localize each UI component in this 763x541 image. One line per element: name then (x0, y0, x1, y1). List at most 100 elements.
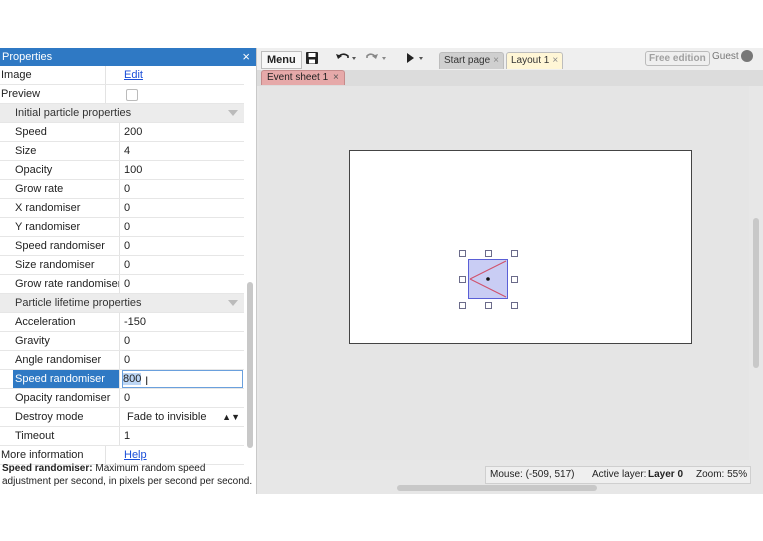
layout-editor: Menu Start page × Layout 1 × Free edition … (257, 48, 763, 494)
property-value[interactable]: 0 (124, 389, 242, 407)
property-value[interactable]: 0 (124, 218, 242, 236)
property-label: Timeout (15, 427, 120, 445)
property-value[interactable]: 0 (124, 351, 242, 369)
edit-image-link[interactable]: Edit (124, 66, 242, 84)
property-value[interactable]: 200 (124, 123, 242, 141)
property-label: Acceleration (15, 313, 120, 331)
property-label: Grow rate randomiser (15, 275, 120, 293)
user-label[interactable]: Guest (712, 51, 739, 62)
property-description: Speed randomiser: Maximum random speed a… (0, 462, 256, 488)
play-icon[interactable] (403, 51, 427, 67)
property-row-speed-randomiser[interactable]: Speed randomiser 0 (0, 237, 244, 256)
property-row-destroy-mode[interactable]: Destroy mode Fade to invisible ▲▼ (0, 408, 244, 427)
property-row-size[interactable]: Size 4 (0, 142, 244, 161)
property-row-y-randomiser[interactable]: Y randomiser 0 (0, 218, 244, 237)
resize-handle[interactable] (511, 302, 518, 309)
tab-event-sheet-1[interactable]: Event sheet 1 × (261, 70, 345, 85)
collapse-triangle-icon[interactable] (228, 300, 238, 306)
property-label: Image (1, 66, 106, 84)
property-row-speed[interactable]: Speed 200 (0, 123, 244, 142)
property-row-grow-rate-randomiser[interactable]: Grow rate randomiser 0 (0, 275, 244, 294)
category-particle-lifetime[interactable]: Particle lifetime properties (0, 294, 244, 313)
layout-canvas[interactable] (259, 86, 749, 460)
subtab-bar: Event sheet 1 × (257, 70, 763, 86)
particles-object[interactable] (459, 250, 518, 309)
resize-handle[interactable] (485, 302, 492, 309)
property-label: Speed (15, 123, 120, 141)
select-value: Fade to invisible (127, 411, 207, 423)
preview-checkbox[interactable] (126, 89, 138, 101)
property-label: Size (15, 142, 120, 160)
canvas-horizontal-scrollbar[interactable] (397, 485, 597, 491)
close-icon[interactable]: × (242, 48, 250, 66)
property-value[interactable]: 0 (124, 199, 242, 217)
property-value[interactable]: 100 (124, 161, 242, 179)
collapse-triangle-icon[interactable] (228, 110, 238, 116)
property-value[interactable]: 0 (124, 332, 242, 350)
property-row-opacity-randomiser[interactable]: Opacity randomiser 0 (0, 389, 244, 408)
redo-icon[interactable] (365, 51, 387, 67)
property-row-lifetime-speed-randomiser[interactable]: Speed randomiser 800 I (0, 370, 244, 389)
zoom-level: Zoom: 55% (696, 469, 748, 480)
properties-header: Properties × (0, 48, 256, 66)
property-value[interactable]: 4 (124, 142, 242, 160)
resize-handle[interactable] (459, 276, 466, 283)
property-label: Speed randomiser (15, 237, 120, 255)
property-row-angle-randomiser[interactable]: Angle randomiser 0 (0, 351, 244, 370)
property-row-gravity[interactable]: Gravity 0 (0, 332, 244, 351)
property-row-preview: Preview (0, 85, 244, 104)
undo-icon[interactable] (335, 51, 357, 67)
status-bar: Mouse: (-509, 517) Active layer: Layer 0… (485, 466, 751, 484)
user-avatar-icon[interactable] (741, 50, 753, 62)
floppy-icon[interactable] (305, 51, 319, 67)
properties-panel: Properties × Image Edit Preview Initial … (0, 48, 257, 494)
category-initial-particle[interactable]: Initial particle properties (0, 104, 244, 123)
input-value: 800 (123, 373, 142, 385)
property-value[interactable]: 0 (124, 180, 242, 198)
property-value[interactable]: 0 (124, 275, 242, 293)
property-label: Angle randomiser (15, 351, 120, 369)
property-row-size-randomiser[interactable]: Size randomiser 0 (0, 256, 244, 275)
speed-randomiser-input[interactable]: 800 (122, 370, 243, 388)
property-label: Gravity (15, 332, 120, 350)
mouse-position: Mouse: (-509, 517) (490, 469, 575, 480)
property-row-opacity[interactable]: Opacity 100 (0, 161, 244, 180)
close-tab-icon[interactable]: × (333, 72, 339, 83)
property-label: X randomiser (15, 199, 120, 217)
tab-start-page[interactable]: Start page × (439, 52, 504, 69)
property-label: Opacity (15, 161, 120, 179)
property-row-acceleration[interactable]: Acceleration -150 (0, 313, 244, 332)
category-label: Particle lifetime properties (15, 297, 142, 309)
property-row-timeout[interactable]: Timeout 1 (0, 427, 244, 446)
tab-layout-1[interactable]: Layout 1 × (506, 52, 564, 69)
edition-badge[interactable]: Free edition (645, 51, 710, 66)
property-value[interactable]: 1 (124, 427, 242, 445)
destroy-mode-select[interactable]: Fade to invisible ▲▼ (124, 408, 242, 426)
tab-label: Event sheet 1 (267, 72, 329, 83)
property-label: Speed randomiser (13, 370, 120, 388)
layout-area[interactable] (349, 150, 692, 344)
resize-handle[interactable] (459, 302, 466, 309)
property-label: Size randomiser (15, 256, 120, 274)
close-tab-icon[interactable]: × (552, 55, 558, 66)
resize-handle[interactable] (485, 250, 492, 257)
property-label: Y randomiser (15, 218, 120, 236)
preview-checkbox-cell (124, 85, 242, 103)
toolbar: Menu Start page × Layout 1 × Free edition … (257, 48, 763, 70)
active-layer-label: Active layer: (592, 469, 647, 480)
active-layer-value: Layer 0 (648, 469, 684, 480)
property-value[interactable]: 0 (124, 256, 242, 274)
close-tab-icon[interactable]: × (493, 55, 499, 66)
canvas-vertical-scrollbar[interactable] (753, 218, 759, 368)
tab-label: Start page (444, 55, 491, 66)
resize-handle[interactable] (459, 250, 466, 257)
properties-scrollbar[interactable] (247, 282, 253, 448)
resize-handle[interactable] (511, 276, 518, 283)
property-value[interactable]: -150 (124, 313, 242, 331)
property-value[interactable]: 0 (124, 237, 242, 255)
select-arrows-icon: ▲▼ (222, 412, 240, 422)
property-row-x-randomiser[interactable]: X randomiser 0 (0, 199, 244, 218)
property-row-grow-rate[interactable]: Grow rate 0 (0, 180, 244, 199)
menu-button[interactable]: Menu (261, 51, 302, 69)
resize-handle[interactable] (511, 250, 518, 257)
